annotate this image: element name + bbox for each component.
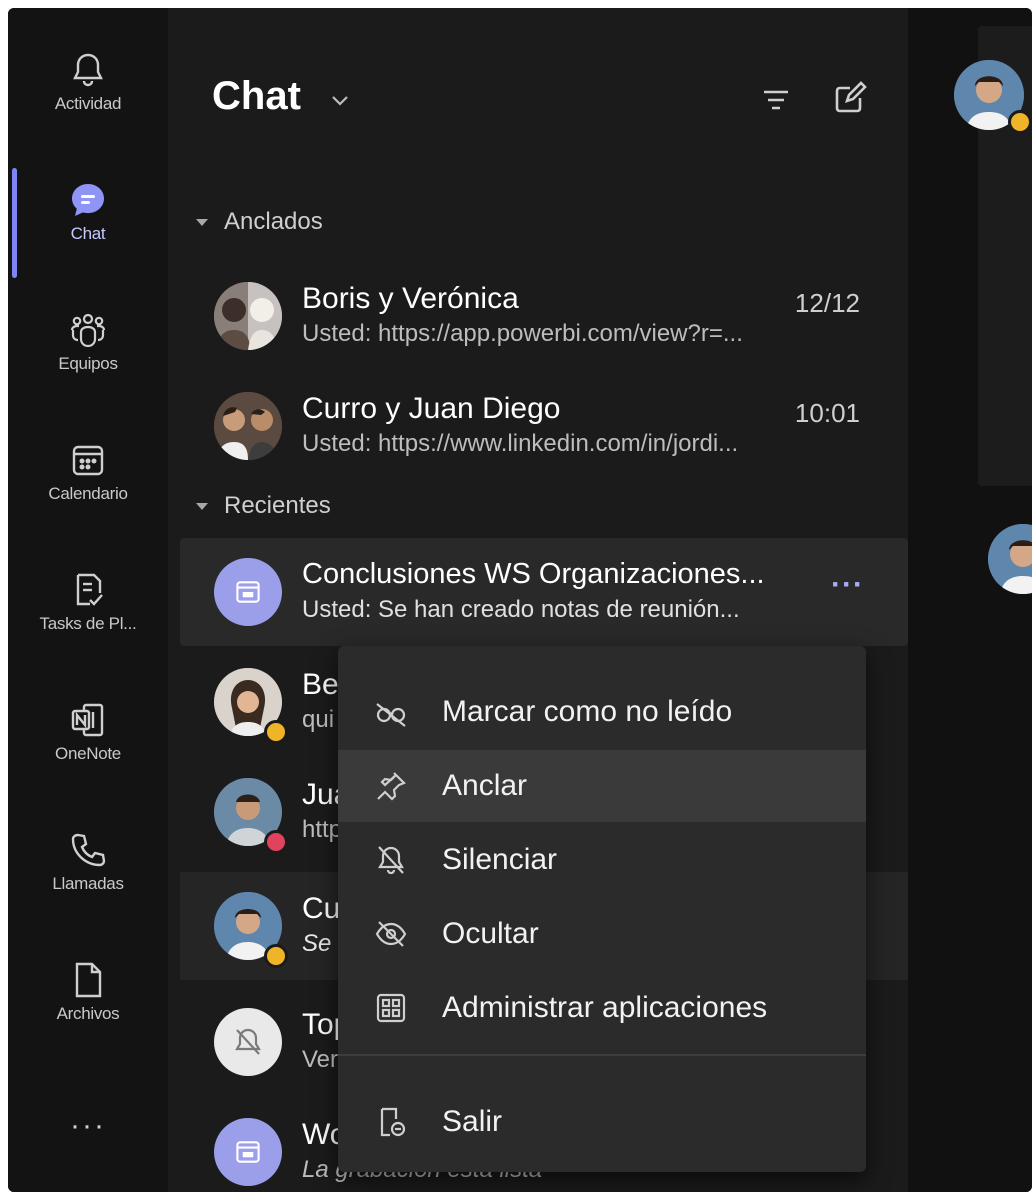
chat-preview: qui xyxy=(302,706,335,733)
rail-item-label: OneNote xyxy=(55,744,121,763)
section-recent[interactable]: Recientes xyxy=(196,492,331,520)
avatar xyxy=(214,282,282,350)
menu-item-manage-apps[interactable]: Administrar aplicaciones xyxy=(338,972,866,1044)
meeting-calendar-icon xyxy=(236,581,260,603)
teams-icon xyxy=(70,313,106,348)
meeting-calendar-icon xyxy=(236,1141,260,1163)
chat-row-pinned[interactable]: Boris y Verónica Usted: https://app.powe… xyxy=(180,262,908,370)
onenote-icon xyxy=(71,703,104,737)
menu-item-mute[interactable]: Silenciar xyxy=(338,824,866,896)
menu-divider xyxy=(338,1054,866,1056)
group-photo-icon xyxy=(214,392,282,460)
person-photo-icon xyxy=(988,524,1032,594)
chat-time: 12/12 xyxy=(794,288,860,318)
caret-down-icon xyxy=(196,502,208,510)
rail-item-label: Calendario xyxy=(48,484,128,503)
rail-item-label: Chat xyxy=(70,224,106,243)
apps-grid-icon xyxy=(376,993,406,1023)
chat-context-menu: Marcar como no leído Anclar Silenciar Oc… xyxy=(338,646,866,1172)
section-label: Anclados xyxy=(224,208,323,235)
tasks-icon xyxy=(76,573,103,606)
more-options-button[interactable]: ··· xyxy=(831,568,864,602)
bell-icon xyxy=(73,53,103,87)
chat-name: Cu xyxy=(302,892,341,925)
status-away-icon xyxy=(264,720,288,744)
page-title[interactable]: Chat xyxy=(212,74,301,119)
mute-bell-icon xyxy=(378,846,404,875)
chat-header: Chat xyxy=(168,8,908,168)
menu-item-label: Silenciar xyxy=(442,843,558,876)
file-icon xyxy=(75,962,102,998)
new-chat-icon[interactable] xyxy=(830,78,870,118)
menu-item-mark-unread[interactable]: Marcar como no leído xyxy=(338,676,866,748)
avatar xyxy=(214,558,282,626)
calendar-icon xyxy=(72,445,104,476)
chat-preview: Ver xyxy=(302,1046,339,1073)
rail-item-label: Tasks de Pl... xyxy=(39,614,137,633)
menu-item-label: Salir xyxy=(442,1105,503,1138)
muted-bell-icon xyxy=(235,1028,261,1055)
caret-down-icon xyxy=(196,218,208,226)
status-away-icon xyxy=(1008,110,1032,134)
chat-preview: Usted: https://app.powerbi.com/view?r=..… xyxy=(302,320,743,347)
filter-icon[interactable] xyxy=(756,80,796,120)
rail-item-label: Llamadas xyxy=(52,874,124,893)
menu-item-label: Anclar xyxy=(442,769,528,802)
chat-name: Conclusiones WS Organizaciones... xyxy=(302,558,765,590)
phone-icon xyxy=(71,833,106,867)
more-apps-button[interactable]: ··· xyxy=(58,1106,118,1146)
leave-icon xyxy=(380,1107,406,1137)
hide-eye-icon xyxy=(375,921,407,947)
menu-item-leave[interactable]: Salir xyxy=(338,1086,866,1158)
menu-item-label: Marcar como no leído xyxy=(442,695,733,728)
avatar xyxy=(214,1118,282,1186)
rail-item-onenote[interactable]: OneNote xyxy=(8,700,168,820)
rail-item-label: Actividad xyxy=(54,94,122,113)
chat-name: Boris y Verónica xyxy=(302,282,519,315)
chat-row-pinned[interactable]: Curro y Juan Diego Usted: https://www.li… xyxy=(180,372,908,480)
teams-window: Actividad Chat Equipos Calendario Tasks … xyxy=(8,8,1032,1192)
rail-item-calls[interactable]: Llamadas xyxy=(8,830,168,950)
chat-row-selected[interactable]: Conclusiones WS Organizaciones... Usted:… xyxy=(180,538,908,646)
rail-item-calendar[interactable]: Calendario xyxy=(8,440,168,560)
status-away-icon xyxy=(264,944,288,968)
rail-item-label: Archivos xyxy=(56,1004,120,1023)
rail-item-chat[interactable]: Chat xyxy=(8,180,168,300)
menu-item-label: Administrar aplicaciones xyxy=(442,991,768,1024)
avatar xyxy=(214,392,282,460)
pin-icon xyxy=(377,772,406,801)
chevron-down-icon[interactable] xyxy=(326,86,354,114)
chat-name: Curro y Juan Diego xyxy=(302,392,561,425)
app-rail: Actividad Chat Equipos Calendario Tasks … xyxy=(8,8,168,1192)
section-label: Recientes xyxy=(224,492,331,519)
rail-item-teams[interactable]: Equipos xyxy=(8,310,168,430)
chat-time: 10:01 xyxy=(794,398,860,428)
unread-glasses-icon xyxy=(376,703,406,727)
conversation-pane xyxy=(908,8,1032,1192)
menu-item-hide[interactable]: Ocultar xyxy=(338,898,866,970)
chat-preview: http xyxy=(302,816,343,843)
group-photo-icon xyxy=(214,282,282,350)
chat-icon xyxy=(72,184,104,216)
menu-item-label: Ocultar xyxy=(442,917,539,950)
rail-item-label: Equipos xyxy=(58,354,118,373)
rail-item-files[interactable]: Archivos xyxy=(8,960,168,1080)
chat-preview: Usted: https://www.linkedin.com/in/jordi… xyxy=(302,430,739,457)
chat-preview: Usted: Se han creado notas de reunión... xyxy=(302,596,740,623)
rail-item-activity[interactable]: Actividad xyxy=(8,50,168,170)
menu-item-pin[interactable]: Anclar xyxy=(338,750,866,822)
section-pinned[interactable]: Anclados xyxy=(196,208,323,236)
avatar xyxy=(214,1008,282,1076)
rail-item-tasks[interactable]: Tasks de Pl... xyxy=(8,570,168,690)
status-busy-icon xyxy=(264,830,288,854)
avatar xyxy=(988,524,1032,594)
